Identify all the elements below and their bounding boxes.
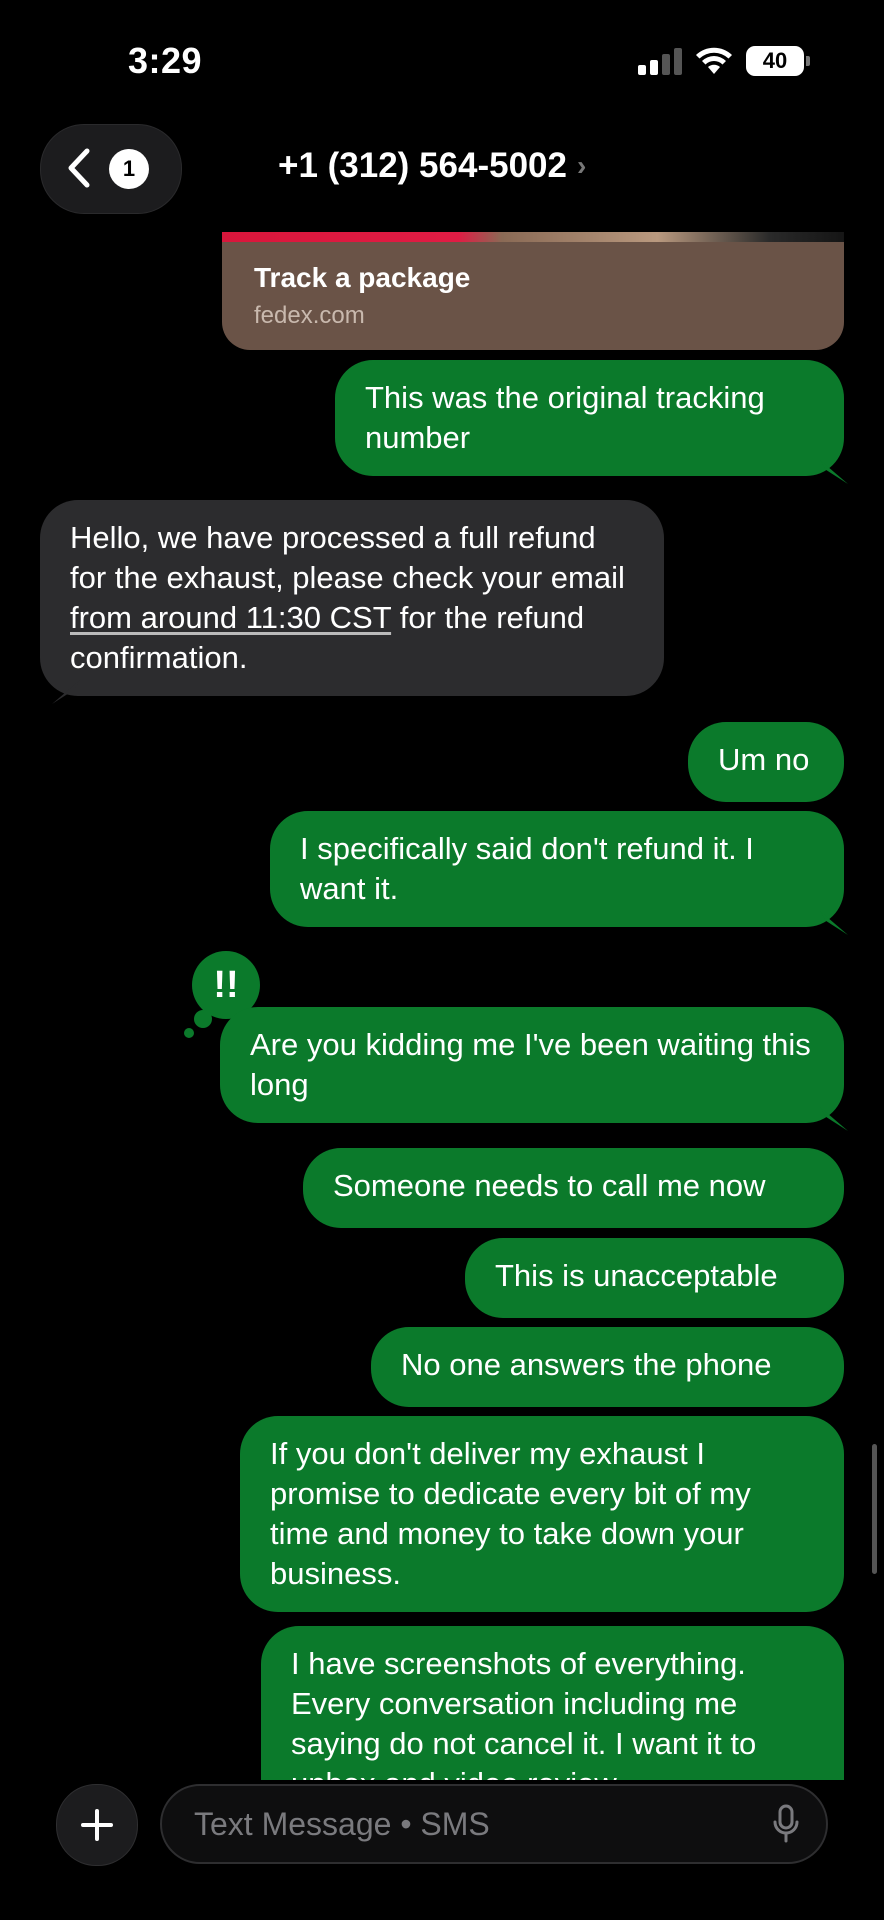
- microphone-icon[interactable]: [772, 1804, 800, 1844]
- message-list[interactable]: Track a package fedex.com This was the o…: [0, 232, 884, 1780]
- message-input-placeholder: Text Message • SMS: [194, 1806, 490, 1842]
- chevron-left-icon: [68, 148, 90, 188]
- received-message[interactable]: Hello, we have processed a full refund f…: [40, 500, 664, 696]
- contact-header[interactable]: +1 (312) 564-5002 ›: [278, 146, 586, 186]
- link-preview-domain: fedex.com: [254, 302, 365, 329]
- cellular-signal-icon: [638, 47, 682, 75]
- message-input[interactable]: Text Message • SMS: [160, 1784, 828, 1864]
- sent-message[interactable]: This was the original tracking number: [335, 360, 844, 476]
- tapback-tail-dot: [184, 1028, 194, 1038]
- sent-message[interactable]: Um no: [688, 722, 844, 802]
- chevron-right-icon: ›: [576, 150, 587, 181]
- battery-icon: 40: [746, 46, 810, 76]
- add-attachment-button[interactable]: [56, 1784, 138, 1866]
- link-preview-card[interactable]: Track a package fedex.com: [222, 232, 844, 350]
- link-preview-title: Track a package: [254, 262, 471, 293]
- sent-message[interactable]: If you don't deliver my exhaust I promis…: [240, 1416, 844, 1612]
- sent-message[interactable]: I have screenshots of everything. Every …: [261, 1626, 844, 1780]
- sent-message[interactable]: Someone needs to call me now: [303, 1148, 844, 1228]
- scroll-indicator[interactable]: [872, 1444, 877, 1574]
- time-detected-link[interactable]: from around 11:30 CST: [70, 600, 391, 635]
- contact-number: +1 (312) 564-5002: [278, 146, 567, 185]
- back-button[interactable]: 1: [40, 124, 182, 214]
- sent-message[interactable]: No one answers the phone: [371, 1327, 844, 1407]
- status-icons: 40: [638, 46, 810, 76]
- plus-icon: [81, 1809, 113, 1841]
- status-time: 3:29: [128, 40, 203, 81]
- sent-message[interactable]: Are you kidding me I've been waiting thi…: [220, 1007, 844, 1123]
- unread-count-badge: 1: [109, 149, 149, 189]
- wifi-icon: [696, 47, 732, 74]
- tapback-tail: [194, 1010, 212, 1028]
- sent-message[interactable]: This is unacceptable: [465, 1238, 844, 1318]
- link-preview-image: [222, 232, 844, 242]
- sent-message[interactable]: I specifically said don't refund it. I w…: [270, 811, 844, 927]
